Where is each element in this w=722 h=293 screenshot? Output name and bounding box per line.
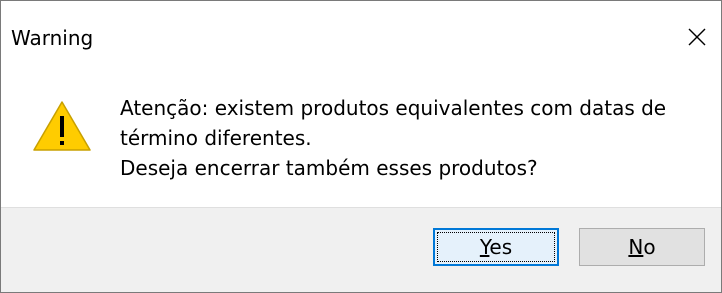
dialog-body: Atenção: existem produtos equivalentes c…	[1, 77, 721, 207]
warning-dialog: Warning Atenção: existem produtos equiva…	[0, 0, 722, 293]
no-button[interactable]: No	[579, 228, 705, 266]
yes-label-rest: es	[489, 235, 513, 259]
yes-label: Yes	[480, 235, 512, 259]
close-icon	[688, 28, 706, 46]
message-line-3: Deseja encerrar também esses produtos?	[120, 156, 538, 180]
yes-mnemonic: Y	[479, 235, 490, 259]
no-mnemonic: N	[628, 235, 644, 259]
no-label: No	[628, 235, 655, 259]
message-line-1: Atenção: existem produtos equivalentes c…	[120, 96, 667, 120]
title-bar[interactable]: Warning	[1, 1, 721, 77]
window-title: Warning	[11, 26, 94, 50]
no-label-rest: o	[643, 235, 656, 259]
message-line-2: término diferentes.	[120, 126, 312, 150]
button-bar: Yes No	[1, 207, 721, 292]
yes-button[interactable]: Yes	[433, 228, 559, 266]
warning-triangle-icon	[33, 101, 91, 151]
message-text: Atenção: existem produtos equivalentes c…	[120, 93, 700, 183]
close-button[interactable]	[673, 11, 721, 63]
